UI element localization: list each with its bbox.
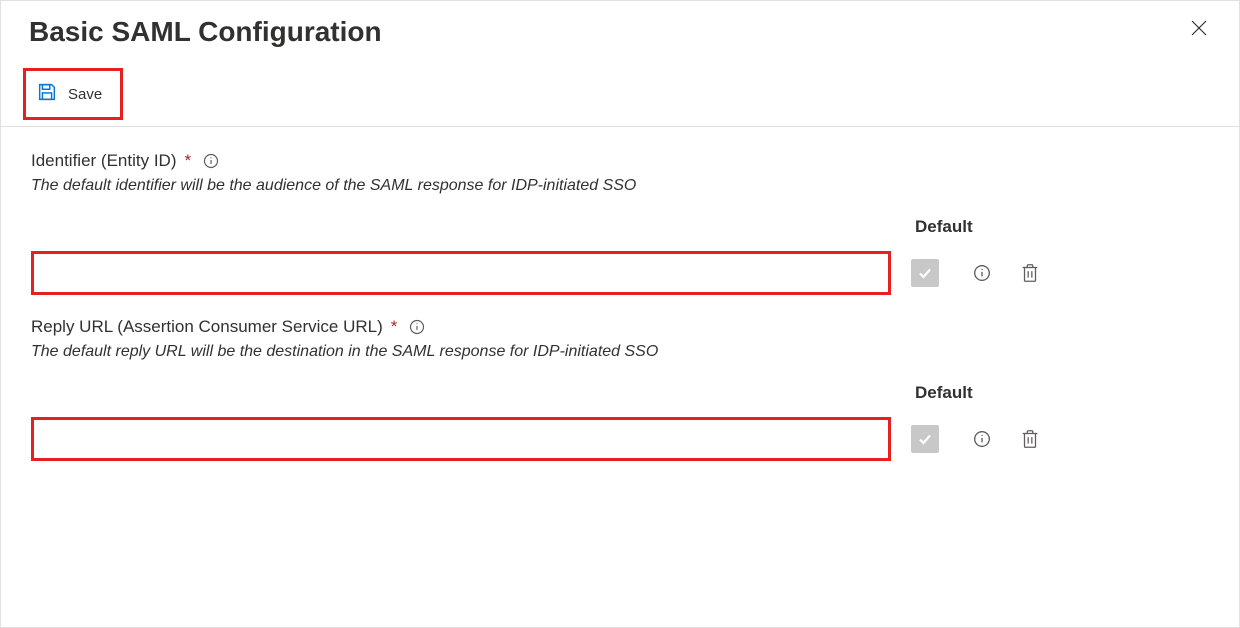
identifier-info-button[interactable]: [203, 153, 219, 169]
required-indicator: *: [391, 317, 398, 337]
checkmark-icon: [917, 431, 933, 447]
reply-url-description: The default reply URL will be the destin…: [31, 343, 1209, 361]
panel-title: Basic SAML Configuration: [29, 16, 382, 48]
identifier-delete-button[interactable]: [1019, 262, 1041, 284]
reply-url-info-button[interactable]: [409, 319, 425, 335]
identifier-description: The default identifier will be the audie…: [31, 177, 1209, 195]
reply-url-delete-button[interactable]: [1019, 428, 1041, 450]
reply-url-default-header: Default: [911, 383, 1209, 403]
info-icon: [203, 153, 219, 169]
identifier-default-header: Default: [911, 217, 1209, 237]
trash-icon: [1019, 428, 1041, 450]
close-button[interactable]: [1187, 16, 1211, 40]
reply-url-section: Reply URL (Assertion Consumer Service UR…: [31, 317, 1209, 461]
info-icon: [973, 430, 991, 448]
save-button-label: Save: [68, 86, 102, 103]
identifier-default-info-button[interactable]: [973, 264, 991, 282]
required-indicator: *: [185, 151, 192, 171]
checkmark-icon: [917, 265, 933, 281]
reply-url-input[interactable]: [31, 417, 891, 461]
reply-url-label: Reply URL (Assertion Consumer Service UR…: [31, 317, 383, 337]
trash-icon: [1019, 262, 1041, 284]
identifier-input[interactable]: [31, 251, 891, 295]
reply-url-default-info-button[interactable]: [973, 430, 991, 448]
close-icon: [1189, 18, 1209, 38]
identifier-label: Identifier (Entity ID): [31, 151, 177, 171]
info-icon: [409, 319, 425, 335]
identifier-section: Identifier (Entity ID) * The default ide…: [31, 151, 1209, 295]
identifier-default-checkbox[interactable]: [911, 259, 939, 287]
info-icon: [973, 264, 991, 282]
save-icon: [36, 81, 58, 107]
save-button[interactable]: Save: [23, 68, 123, 120]
reply-url-default-checkbox[interactable]: [911, 425, 939, 453]
